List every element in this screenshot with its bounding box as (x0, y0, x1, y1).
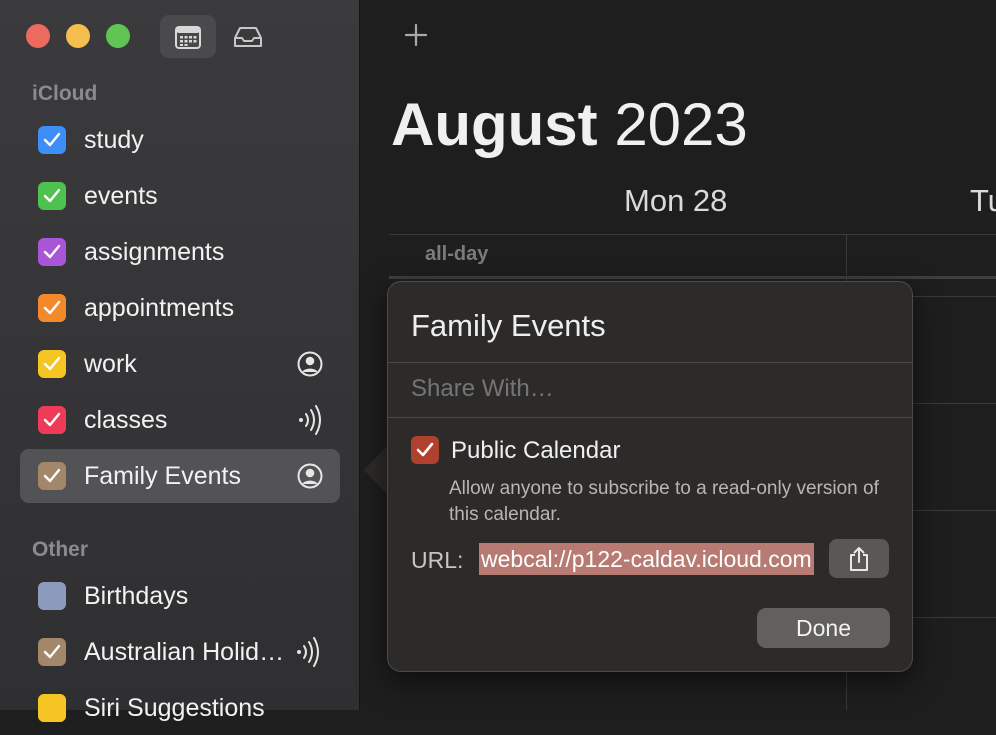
month-name: August (391, 91, 598, 158)
url-field[interactable]: webcal://p122-caldav.icloud.com (479, 543, 825, 575)
share-icon (850, 546, 868, 571)
url-label: URL: (411, 547, 464, 573)
calendar-name: appointments (84, 293, 235, 322)
calendar-checkbox[interactable] (38, 694, 66, 722)
calendar-row-work[interactable]: work (20, 337, 340, 391)
calendar-row-appointments[interactable]: appointments (20, 281, 340, 335)
checkmark-icon (43, 300, 61, 315)
checkmark-icon (43, 356, 61, 371)
calendar-checkbox[interactable] (38, 406, 66, 434)
page-title: August 2023 (391, 90, 748, 159)
public-calendar-label: Public Calendar (451, 437, 621, 464)
calendar-row-family-events[interactable]: Family Events (20, 449, 340, 503)
add-event-button[interactable] (401, 18, 431, 52)
url-value: webcal://p122-caldav.icloud.com (479, 543, 814, 575)
share-with-input[interactable] (411, 375, 881, 403)
header-divider (389, 234, 996, 235)
calendar-row-events[interactable]: events (20, 169, 340, 223)
allday-divider (389, 276, 996, 279)
checkmark-icon (43, 132, 61, 147)
checkmark-icon (43, 468, 61, 483)
section-label-other: Other (32, 538, 89, 561)
calendar-checkbox[interactable] (38, 294, 66, 322)
calendar-row-australian-holidays[interactable]: Australian Holid… (20, 625, 340, 679)
calendar-row-assignments[interactable]: assignments (20, 225, 340, 279)
inbox-tray-icon (234, 26, 262, 47)
done-button[interactable]: Done (757, 608, 890, 648)
minimize-window-button[interactable] (66, 24, 90, 48)
shared-person-icon (296, 350, 324, 378)
close-window-button[interactable] (26, 24, 50, 48)
calendar-grid-icon (175, 25, 201, 49)
calendar-row-classes[interactable]: classes (20, 393, 340, 447)
section-label-icloud: iCloud (32, 82, 98, 105)
calendar-name: work (84, 349, 137, 378)
sidebar: iCloud study events assignments appointm… (0, 0, 360, 722)
shared-person-icon (296, 462, 324, 490)
calendar-row-birthdays[interactable]: Birthdays (20, 569, 340, 623)
calendar-checkbox[interactable] (38, 238, 66, 266)
share-url-button[interactable] (829, 539, 889, 578)
checkmark-icon (43, 412, 61, 427)
calendar-name: classes (84, 405, 168, 434)
checkmark-icon (416, 442, 434, 457)
broadcast-icon (294, 637, 322, 667)
calendar-row-study[interactable]: study (20, 113, 340, 167)
calendar-checkbox[interactable] (38, 638, 66, 666)
checkmark-icon (43, 188, 61, 203)
calendar-row-siri-suggestions[interactable]: Siri Suggestions (20, 681, 340, 735)
calendar-name: Australian Holid… (84, 637, 285, 666)
day-header-mon[interactable]: Mon 28 (624, 183, 727, 219)
calendar-checkbox[interactable] (38, 182, 66, 210)
calendar-name: Birthdays (84, 581, 189, 610)
calendar-name: Siri Suggestions (84, 693, 265, 722)
calendars-toggle-button[interactable] (160, 15, 216, 58)
calendar-checkbox[interactable] (38, 462, 66, 490)
popover-arrow (364, 445, 388, 495)
calendar-name: Family Events (84, 461, 241, 490)
calendar-name: study (84, 125, 144, 154)
calendar-checkbox[interactable] (38, 350, 66, 378)
broadcast-icon (296, 405, 324, 435)
divider (388, 417, 912, 418)
public-calendar-description: Allow anyone to subscribe to a read-only… (449, 478, 879, 525)
day-header-tue[interactable]: Tu (970, 183, 996, 219)
allday-label: all-day (425, 243, 489, 265)
zoom-window-button[interactable] (106, 24, 130, 48)
calendar-info-popover: Family Events Public Calendar Allow anyo… (387, 281, 913, 672)
inbox-button[interactable] (220, 15, 276, 58)
popover-title[interactable]: Family Events (411, 308, 606, 344)
public-calendar-checkbox[interactable] (411, 436, 439, 464)
calendar-checkbox[interactable] (38, 582, 66, 610)
checkmark-icon (43, 644, 61, 659)
divider (388, 362, 912, 363)
year: 2023 (614, 91, 748, 158)
calendar-name: events (84, 181, 158, 210)
checkmark-icon (43, 244, 61, 259)
plus-icon (404, 23, 428, 47)
calendar-checkbox[interactable] (38, 126, 66, 154)
calendar-name: assignments (84, 237, 225, 266)
